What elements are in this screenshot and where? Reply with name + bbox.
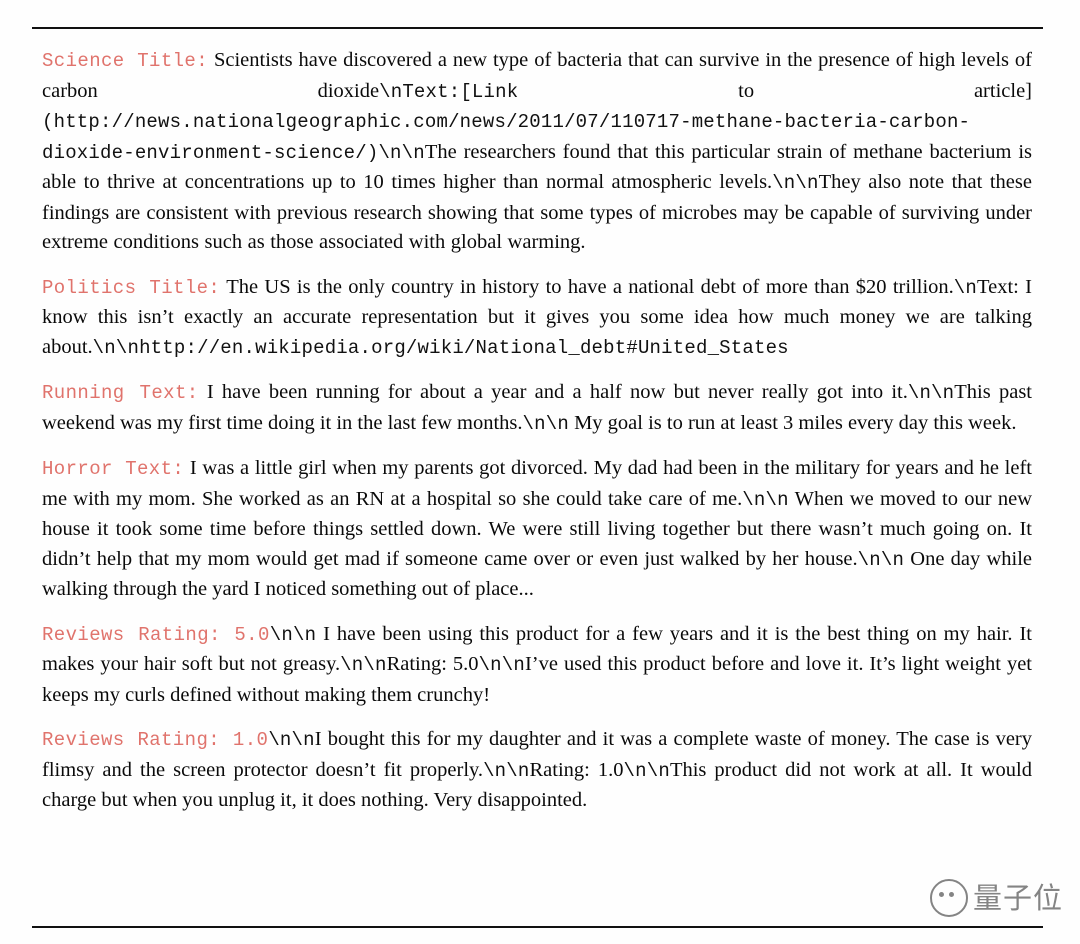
paragraph-reviews-5: Reviews Rating: 5.0\n\n I have been usin… [42, 620, 1032, 711]
watermark-label: 量子位 [973, 880, 1064, 915]
document-page: Science Title: Scientists have discovere… [0, 0, 1080, 944]
mono-text-span: \n\n [857, 548, 905, 571]
qbitai-logo-icon [930, 879, 968, 917]
paragraph-horror: Horror Text: I was a little girl when my… [42, 454, 1032, 605]
paragraph-label: Science Title: [42, 50, 209, 72]
serif-text-span: I have been running for about a year and… [198, 381, 908, 403]
serif-text-span: Rating: 5.0 [386, 653, 479, 675]
mono-text-span: \n\n [483, 759, 530, 782]
paragraph-politics: Politics Title: The US is the only count… [42, 273, 1032, 364]
document-body: Science Title: Scientists have discovere… [42, 46, 1032, 816]
paragraph-label: Reviews Rating: 1.0 [42, 729, 269, 751]
paragraph-reviews-1: Reviews Rating: 1.0\n\nI bought this for… [42, 725, 1032, 816]
paragraph-science: Science Title: Scientists have discovere… [42, 46, 1032, 258]
mono-text-span: \n\n [772, 172, 819, 194]
serif-text-span: My goal is to run at least 3 miles every… [568, 411, 1017, 434]
serif-text-span: The US is the only country in history to… [220, 275, 954, 298]
paragraph-label: Running Text: [42, 382, 199, 404]
bottom-horizontal-rule [32, 926, 1043, 928]
mono-text-span: \n\n [269, 623, 317, 646]
mono-text-span: \n\n [907, 382, 955, 404]
mono-text-span: \n\n [268, 729, 315, 751]
paragraph-running: Running Text: I have been running for ab… [42, 378, 1032, 439]
paragraph-label: Horror Text: [42, 458, 185, 480]
watermark: 量子位 [930, 874, 1062, 922]
top-horizontal-rule [32, 27, 1043, 29]
mono-text-span: \n\n [340, 654, 387, 676]
mono-text-span: \nText:[Link [379, 80, 519, 103]
mono-text-span: \n\n [623, 759, 670, 782]
paragraph-label: Reviews Rating: 5.0 [42, 623, 270, 646]
serif-text-span: to article] [518, 79, 1032, 102]
mono-text-span: \n\n [742, 488, 789, 511]
paragraph-label: Politics Title: [42, 276, 221, 299]
mono-text-span: \n\n [522, 412, 569, 435]
mono-text-span: \n\n [478, 654, 525, 676]
serif-text-span: Rating: 1.0 [529, 758, 624, 781]
mono-text-span: \n\nhttp://en.wikipedia.org/wiki/Nationa… [92, 336, 789, 359]
mono-text-span: \n [953, 276, 977, 299]
